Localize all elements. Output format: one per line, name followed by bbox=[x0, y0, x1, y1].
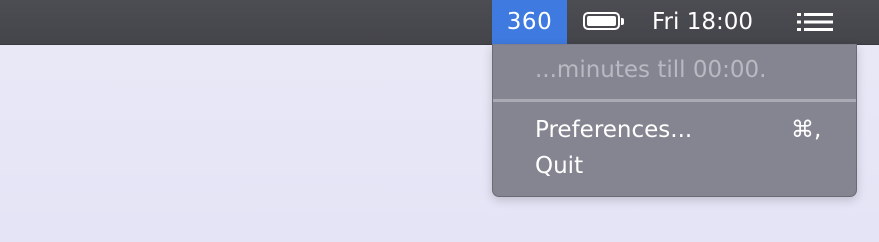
countdown-info-item: ...minutes till 00:00. bbox=[535, 57, 767, 83]
menu-separator bbox=[493, 99, 856, 102]
preferences-shortcut: ⌘, bbox=[791, 117, 822, 143]
menu-bar: 360 Fri 18:00 bbox=[0, 0, 879, 45]
menu-item-preferences[interactable]: Preferences... bbox=[535, 117, 692, 143]
menu-bar-clock[interactable]: Fri 18:00 bbox=[652, 0, 753, 44]
status-item-360[interactable]: 360 bbox=[492, 0, 567, 44]
menu-item-quit[interactable]: Quit bbox=[535, 153, 583, 179]
list-icon[interactable] bbox=[797, 12, 835, 32]
battery-icon[interactable] bbox=[583, 12, 624, 30]
status-item-dropdown-menu: ...minutes till 00:00. Preferences... ⌘,… bbox=[492, 44, 857, 197]
